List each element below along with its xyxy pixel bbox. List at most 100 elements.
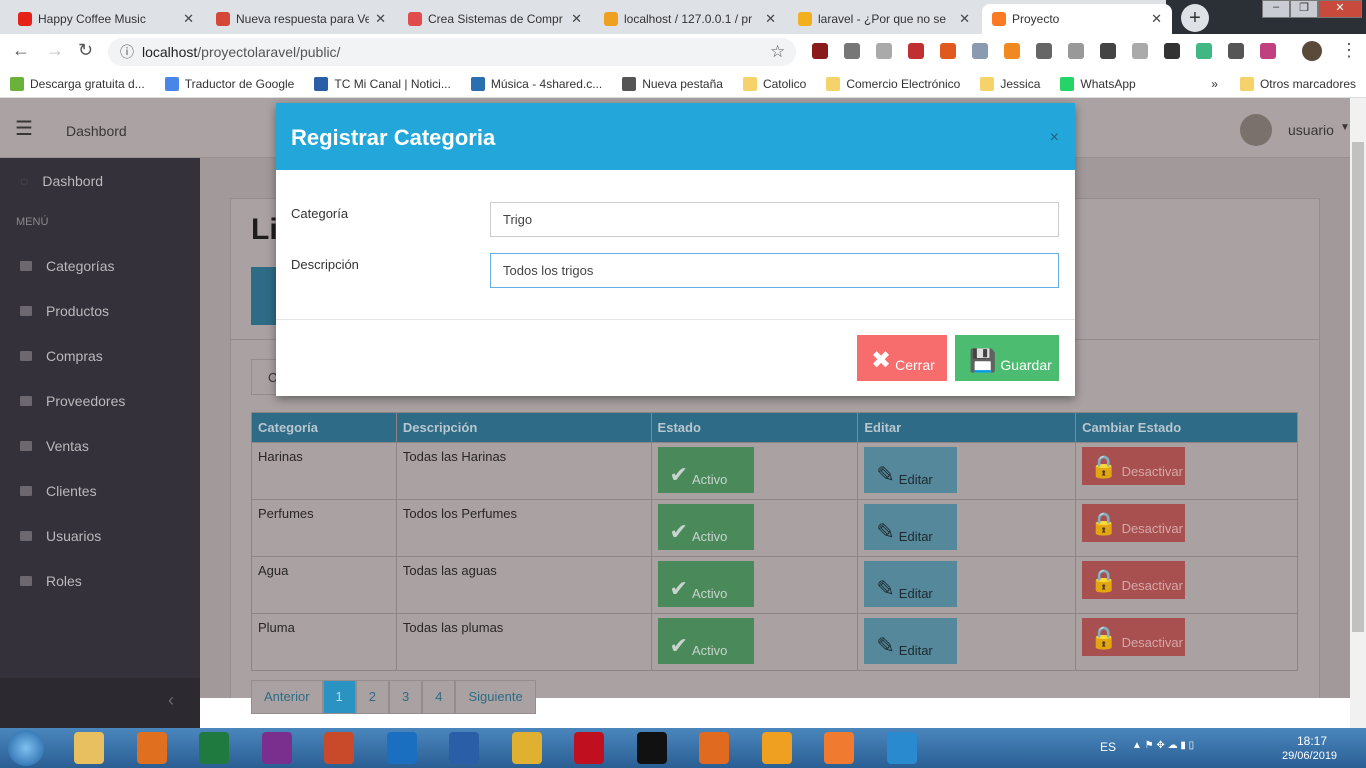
browser-tab[interactable]: Proyecto ✕	[982, 4, 1172, 34]
desactivar-button[interactable]: 🔒 Desactivar	[1082, 447, 1186, 485]
taskbar-app-icon[interactable]	[886, 732, 917, 764]
caret-down-icon[interactable]: ▼	[1340, 122, 1350, 133]
editar-button[interactable]: ✎ Editar	[864, 447, 958, 493]
close-window-button[interactable]: ✕	[1318, 0, 1362, 18]
categoria-input[interactable]	[490, 202, 1059, 237]
menu-icon[interactable]: ⋮	[1340, 40, 1358, 61]
more-bookmarks-button[interactable]: »	[1199, 77, 1230, 91]
bookmark[interactable]: Música - 4shared.c...	[461, 76, 612, 91]
taskbar-app-icon[interactable]	[199, 732, 229, 764]
extension-icon[interactable]	[972, 43, 988, 59]
browser-tab[interactable]: laravel - ¿Por que no se ✕	[788, 4, 980, 34]
taskbar-app-icon[interactable]	[324, 732, 354, 764]
sidebar-item-clientes[interactable]: Clientes	[0, 468, 200, 513]
sidebar-item-ventas[interactable]: Ventas	[0, 423, 200, 468]
profile-avatar[interactable]	[1302, 41, 1322, 61]
extension-icon[interactable]	[1068, 43, 1084, 59]
sidebar-item-proveedores[interactable]: Proveedores	[0, 378, 200, 423]
taskbar-app-icon[interactable]	[636, 732, 667, 764]
editar-button[interactable]: ✎ Editar	[864, 561, 958, 607]
sidebar-collapse[interactable]: ‹	[0, 678, 200, 728]
desactivar-button[interactable]: 🔒 Desactivar	[1082, 618, 1186, 656]
new-tab-button[interactable]: +	[1181, 4, 1209, 32]
cerrar-button[interactable]: ✖ Cerrar	[857, 335, 947, 381]
browser-tab[interactable]: Crea Sistemas de Compr ✕	[398, 4, 592, 34]
taskbar-app-icon[interactable]	[74, 732, 104, 764]
sidebar-item-dashboard[interactable]: ◌ Dashbord	[0, 158, 200, 203]
extension-icon[interactable]	[1260, 43, 1276, 59]
sidebar-item-productos[interactable]: Productos	[0, 288, 200, 333]
pagination-prev[interactable]: Anterior	[251, 680, 323, 714]
forward-icon[interactable]: →	[46, 40, 64, 61]
modal-close-button[interactable]: ×	[1050, 129, 1059, 147]
extension-icon[interactable]	[1036, 43, 1052, 59]
taskbar-app-icon[interactable]	[761, 732, 792, 764]
reload-icon[interactable]: ↻	[78, 40, 93, 61]
pagination-page[interactable]: 1	[322, 680, 356, 714]
desactivar-button[interactable]: 🔒 Desactivar	[1082, 561, 1186, 599]
hamburger-icon[interactable]: ☰	[15, 116, 33, 141]
activo-button[interactable]: ✔ Activo	[657, 504, 754, 550]
bookmark[interactable]: TC Mi Canal | Notici...	[304, 76, 460, 91]
extension-icon[interactable]	[876, 43, 892, 59]
browser-tab[interactable]: localhost / 127.0.0.1 / pr ✕	[594, 4, 786, 34]
activo-button[interactable]: ✔ Activo	[657, 618, 754, 664]
editar-button[interactable]: ✎ Editar	[864, 504, 958, 550]
tab-close-icon[interactable]: ✕	[375, 11, 386, 27]
extension-icon[interactable]	[1228, 43, 1244, 59]
chevron-left-icon[interactable]: ‹	[168, 690, 174, 711]
bookmark[interactable]: Descarga gratuita d...	[0, 76, 155, 91]
extension-icon[interactable]	[940, 43, 956, 59]
desactivar-button[interactable]: 🔒 Desactivar	[1082, 504, 1186, 542]
extension-icon[interactable]	[1100, 43, 1116, 59]
tray-arrow-icon[interactable]: ▲ ⚑ ✥ ☁ ▮ ▯	[1132, 740, 1194, 751]
tab-close-icon[interactable]: ✕	[959, 11, 970, 27]
tab-close-icon[interactable]: ✕	[571, 11, 582, 27]
sidebar-item-usuarios[interactable]: Usuarios	[0, 513, 200, 558]
bookmark[interactable]: Jessica	[970, 76, 1050, 91]
sidebar-item-roles[interactable]: Roles	[0, 558, 200, 603]
clock-date[interactable]: 29/06/2019	[1282, 750, 1337, 762]
bookmark[interactable]: Catolico	[733, 76, 816, 91]
header-title[interactable]: Dashbord	[66, 123, 127, 139]
bookmark[interactable]: Comercio Electrónico	[816, 76, 970, 91]
back-icon[interactable]: ←	[12, 40, 30, 61]
tab-close-icon[interactable]: ✕	[1151, 11, 1162, 27]
extension-icon[interactable]	[1164, 43, 1180, 59]
editar-button[interactable]: ✎ Editar	[864, 618, 958, 664]
pagination-page[interactable]: 3	[389, 680, 423, 714]
clock-time[interactable]: 18:17	[1297, 734, 1327, 748]
browser-tab[interactable]: Nueva respuesta para Ve ✕	[206, 4, 396, 34]
guardar-button[interactable]: 💾 Guardar	[955, 335, 1059, 381]
language-indicator[interactable]: ES	[1100, 740, 1116, 754]
descripcion-input[interactable]	[490, 253, 1059, 288]
extension-icon[interactable]	[812, 43, 828, 59]
tab-close-icon[interactable]: ✕	[183, 11, 194, 27]
taskbar-app-icon[interactable]	[574, 732, 604, 764]
bookmark[interactable]: Nueva pestaña	[612, 76, 733, 91]
bookmark-star-icon[interactable]: ☆	[770, 42, 785, 62]
taskbar-app-icon[interactable]	[824, 732, 854, 764]
restore-button[interactable]: ❐	[1290, 0, 1318, 18]
taskbar-app-icon[interactable]	[261, 732, 292, 764]
sidebar-item-categorías[interactable]: Categorías	[0, 243, 200, 288]
browser-tab[interactable]: Happy Coffee Music ✕	[8, 4, 204, 34]
activo-button[interactable]: ✔ Activo	[657, 561, 754, 607]
taskbar-app-icon[interactable]	[386, 732, 417, 764]
user-avatar[interactable]	[1240, 114, 1272, 146]
user-menu[interactable]: usuario	[1288, 122, 1334, 138]
taskbar-app-icon[interactable]	[136, 732, 167, 764]
taskbar-app-icon[interactable]	[699, 732, 729, 764]
bookmark[interactable]: Traductor de Google	[155, 76, 305, 91]
extension-icon[interactable]	[844, 43, 860, 59]
start-button[interactable]	[8, 730, 44, 766]
pagination-page[interactable]: 2	[355, 680, 389, 714]
tab-close-icon[interactable]: ✕	[765, 11, 776, 27]
extension-icon[interactable]	[1132, 43, 1148, 59]
address-bar[interactable]: ⓘ localhost/proyectolaravel/public/	[108, 38, 796, 66]
pagination-page[interactable]: 4	[422, 680, 456, 714]
activo-button[interactable]: ✔ Activo	[657, 447, 754, 493]
bookmark[interactable]: WhatsApp	[1050, 76, 1145, 91]
extension-icon[interactable]	[908, 43, 924, 59]
minimize-button[interactable]: –	[1262, 0, 1290, 18]
